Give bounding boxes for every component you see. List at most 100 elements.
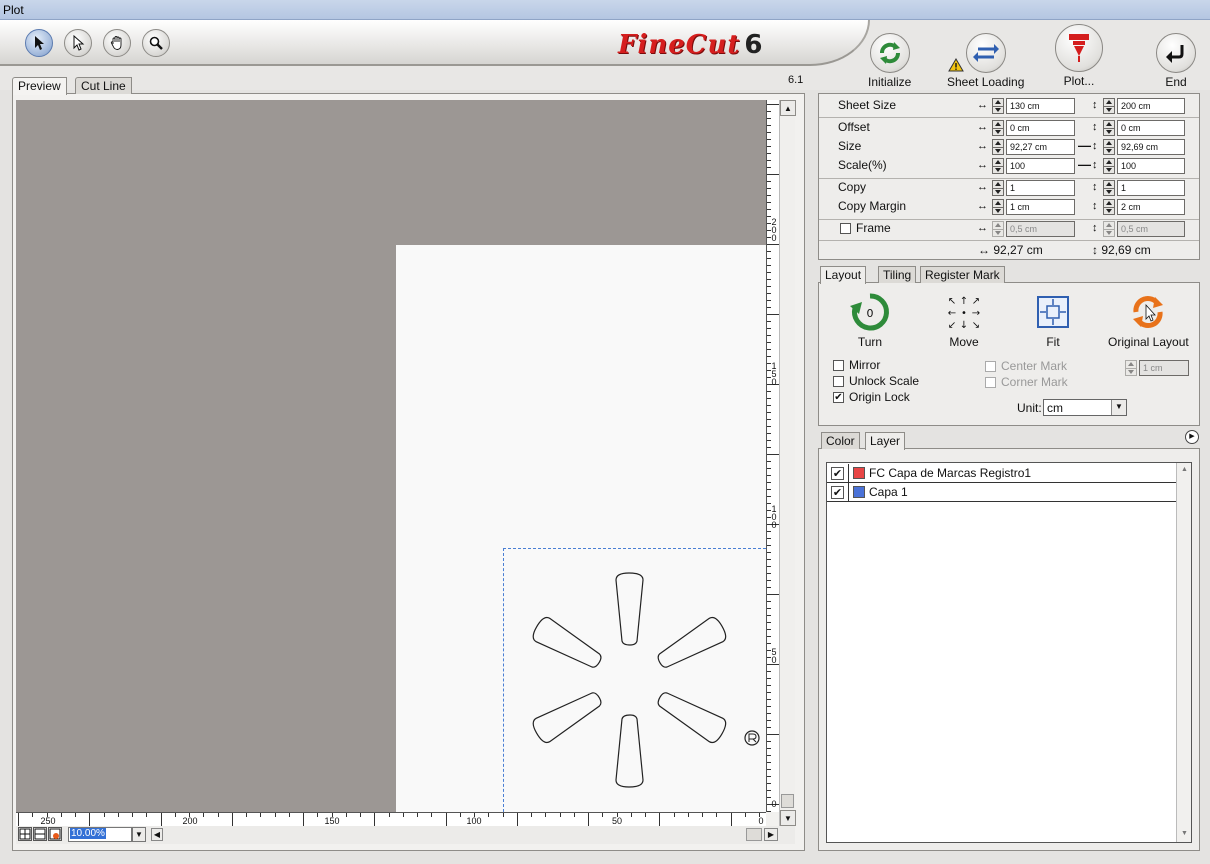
layer-visibility-checkbox[interactable]: ✔ [831,486,844,499]
copy-margin-y-spinner[interactable] [1103,199,1115,215]
tab-layer[interactable]: Layer [865,432,906,450]
copy-x-spinner[interactable] [992,180,1004,196]
ruler-tick [767,398,771,399]
return-arrow-icon [1166,45,1184,63]
panel-menu-button[interactable]: ▶ [1185,430,1199,444]
tab-register-mark[interactable]: Register Mark [920,266,1005,283]
size-width-field[interactable]: 92,27 cm [1006,139,1075,155]
mark-margin-spinner[interactable] [1125,360,1137,376]
scroll-right-button[interactable]: ▶ [764,828,778,841]
zoom-in-button[interactable] [18,827,32,841]
frame-checkbox[interactable] [840,223,851,234]
ruler-tick [767,461,771,462]
tab-layout[interactable]: Layout [820,266,867,284]
registered-mark-circle [744,730,760,746]
zoom-tool-button[interactable] [142,29,170,57]
scroll-left-button[interactable]: ◀ [151,828,163,841]
turn-button[interactable]: 0 Turn [850,292,890,349]
size-width-spinner[interactable] [992,139,1004,155]
scroll-down-button[interactable]: ▼ [780,810,796,826]
unit-select[interactable]: cm ▼ [1043,399,1127,416]
direct-select-tool-button[interactable] [64,29,92,57]
ruler-tick [767,699,771,700]
layer-list-scrollbar[interactable]: ▲ ▼ [1176,463,1191,842]
scale-y-field[interactable]: 100 [1117,158,1185,174]
scroll-up-button[interactable]: ▲ [780,100,796,116]
ruler-tick [767,692,771,693]
spark-design-artwork[interactable] [503,548,766,812]
fit-to-sheet-icon [1037,296,1069,328]
unit-dropdown-button[interactable]: ▼ [1111,400,1126,415]
hand-tool-button[interactable] [103,29,131,57]
vertical-scroll-thumb[interactable] [781,794,794,808]
frame-y-spinner[interactable] [1103,221,1115,237]
size-label: Size [838,139,862,153]
ruler-tick [516,813,518,826]
ruler-tick [730,813,732,826]
plot-button[interactable]: Plot... [1055,24,1103,88]
frame-label: Frame [856,221,891,235]
sheet-size-width-field[interactable]: 130 cm [1006,98,1075,114]
original-layout-button[interactable]: Original Layout [1108,292,1189,349]
move-button[interactable]: ↖ ↑ ↗ ← • → ↙ ↓ ↘ Move [944,292,984,349]
horizontal-scroll-thumb[interactable] [746,828,762,841]
size-height-spinner[interactable] [1103,139,1115,155]
layer-name: Capa 1 [869,485,908,499]
copy-y-field[interactable]: 1 [1117,180,1185,196]
copy-y-spinner[interactable] [1103,180,1115,196]
tab-cut-line[interactable]: Cut Line [75,77,132,94]
ruler-tick [767,111,771,112]
svg-text:↙: ↙ [948,320,956,331]
tab-tiling[interactable]: Tiling [878,266,917,283]
sheet-size-height-field[interactable]: 200 cm [1117,98,1185,114]
mark-margin-field[interactable]: 1 cm [1139,360,1189,376]
layer-scroll-down-button[interactable]: ▼ [1177,827,1192,842]
copy-margin-x-spinner[interactable] [992,199,1004,215]
layer-color-swatch[interactable] [853,467,865,479]
zoom-dropdown-button[interactable]: ▼ [132,827,146,842]
ruler-tick [345,813,347,817]
preview-canvas[interactable] [16,100,766,812]
layer-color-swatch[interactable] [853,486,865,498]
sheet-size-height-spinner[interactable] [1103,98,1115,114]
zoom-out-button[interactable] [33,827,47,841]
preview-bottom-bar: 10.00% ▼ ◀ ▶ [16,826,795,844]
zoom-level-input[interactable]: 10.00% [68,827,132,842]
fit-label: Fit [1046,335,1060,349]
vertical-arrow-icon: ↕ [1092,222,1098,234]
offset-x-field[interactable]: 0 cm [1006,120,1075,136]
scale-x-field[interactable]: 100 [1006,158,1075,174]
unlock-scale-checkbox[interactable] [833,376,844,387]
layer-row[interactable]: ✔ Capa 1 [827,483,1176,502]
select-tool-button[interactable] [25,29,53,57]
layer-visibility-checkbox[interactable]: ✔ [831,467,844,480]
initialize-button[interactable]: Initialize [868,33,911,89]
size-height-field[interactable]: 92,69 cm [1117,139,1185,155]
version-label: 6.1 [788,74,804,86]
tab-preview[interactable]: Preview [12,77,67,95]
sheet-size-width-spinner[interactable] [992,98,1004,114]
layer-scroll-up-button[interactable]: ▲ [1177,463,1192,478]
end-button[interactable]: End [1156,33,1196,89]
scale-x-spinner[interactable] [992,158,1004,174]
copy-margin-y-field[interactable]: 2 cm [1117,199,1185,215]
layer-row[interactable]: ✔ FC Capa de Marcas Registro1 [827,464,1176,483]
copy-margin-x-field[interactable]: 1 cm [1006,199,1075,215]
scale-y-spinner[interactable] [1103,158,1115,174]
origin-lock-checkbox[interactable]: ✔ [833,392,844,403]
vertical-scrollbar[interactable]: ▲ ▼ [779,100,796,826]
fit-button[interactable]: Fit [1033,292,1073,349]
scale-label: Scale(%) [838,158,887,172]
frame-y-field[interactable]: 0,5 cm [1117,221,1185,237]
mirror-checkbox[interactable] [833,360,844,371]
center-mark-checkbox[interactable] [985,361,996,372]
corner-mark-checkbox[interactable] [985,377,996,388]
frame-x-field[interactable]: 0,5 cm [1006,221,1075,237]
offset-x-spinner[interactable] [992,120,1004,136]
copy-x-field[interactable]: 1 [1006,180,1075,196]
offset-y-spinner[interactable] [1103,120,1115,136]
fit-view-button[interactable] [48,827,62,841]
tab-color[interactable]: Color [821,432,860,449]
offset-y-field[interactable]: 0 cm [1117,120,1185,136]
frame-x-spinner[interactable] [992,221,1004,237]
